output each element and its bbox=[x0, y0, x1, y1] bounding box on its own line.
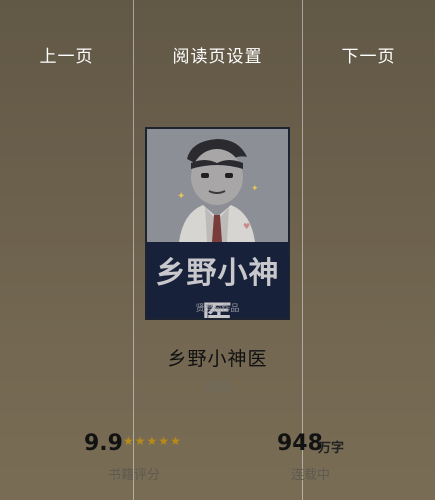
book-author: 贤亮 bbox=[203, 380, 232, 396]
word-count-unit: 万字 bbox=[318, 441, 345, 456]
next-page-button[interactable]: 下一页 bbox=[302, 40, 435, 74]
doctor-illustration: ✦ ✦ ♥ bbox=[177, 139, 259, 242]
star-icon: ★ bbox=[158, 434, 171, 448]
rating-stars: ★★★★★ bbox=[123, 434, 182, 448]
star-icon: ★ bbox=[146, 434, 159, 448]
right-tap-zone-divider bbox=[302, 0, 303, 500]
svg-text:✦: ✦ bbox=[177, 191, 185, 202]
svg-text:♥: ♥ bbox=[243, 222, 250, 231]
svg-text:✦: ✦ bbox=[251, 184, 259, 194]
book-title: 乡野小神医 bbox=[167, 348, 268, 370]
left-tap-zone-divider bbox=[133, 0, 134, 500]
star-icon: ★ bbox=[134, 434, 147, 448]
cover-title-band: 乡野小神医 贤亮◎作品 bbox=[147, 242, 288, 318]
cover-author: 贤亮◎作品 bbox=[195, 304, 240, 314]
word-count: 948 bbox=[277, 431, 323, 456]
reading-settings-button[interactable]: 阅读页设置 bbox=[133, 40, 302, 74]
star-icon: ★ bbox=[170, 434, 182, 448]
star-icon: ★ bbox=[123, 434, 135, 448]
serial-status: 连载中 bbox=[291, 468, 331, 483]
rating-label: 书籍评分 bbox=[108, 468, 161, 483]
previous-page-button[interactable]: 上一页 bbox=[0, 40, 133, 74]
book-cover: ✦ ✦ ♥ 乡野小神医 贤亮◎作品 bbox=[145, 127, 290, 320]
cover-illustration: ✦ ✦ ♥ bbox=[147, 129, 288, 242]
rating-score: 9.9 bbox=[84, 431, 123, 456]
